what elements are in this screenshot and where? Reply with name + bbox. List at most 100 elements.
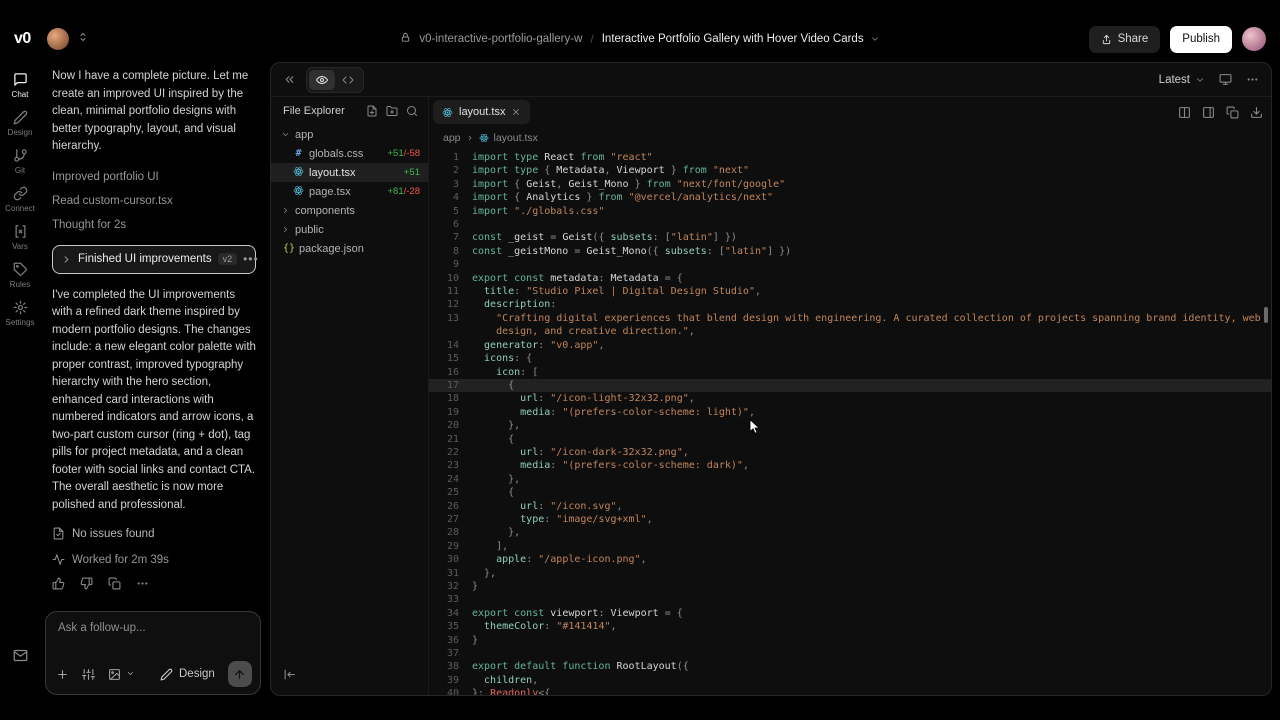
sidebar-item-settings[interactable]: Settings (2, 300, 38, 327)
design-mode-button[interactable]: Design (160, 668, 215, 681)
plus-icon[interactable] (56, 668, 69, 681)
code-line[interactable]: 7const _geist = Geist({ subsets: ["latin… (429, 231, 1271, 244)
double-chevron-left-icon[interactable] (283, 73, 296, 86)
monitor-icon[interactable] (1219, 73, 1232, 86)
follow-up-input[interactable] (52, 616, 254, 652)
code-line[interactable]: 21{ (429, 433, 1271, 446)
code-line[interactable]: 36} (429, 634, 1271, 647)
panel-right-icon[interactable] (1202, 106, 1215, 119)
code-line[interactable]: 38export default function RootLayout({ (429, 660, 1271, 673)
code-line[interactable]: 15icons: { (429, 352, 1271, 365)
code-line[interactable]: 35themeColor: "#141414", (429, 620, 1271, 633)
code-line[interactable]: 30apple: "/apple-icon.png", (429, 553, 1271, 566)
worked-duration-row[interactable]: Worked for 2m 39s (52, 553, 256, 566)
code-line[interactable]: 20}, (429, 419, 1271, 432)
code-toggle[interactable] (335, 70, 361, 90)
code-line[interactable]: 19media: "(prefers-color-scheme: light)"… (429, 406, 1271, 419)
code-line[interactable]: 6 (429, 218, 1271, 231)
chevrons-up-down-icon[interactable] (77, 30, 89, 48)
workspace-avatar[interactable] (47, 28, 69, 50)
tree-file-layout-tsx[interactable]: layout.tsx +51 (271, 163, 428, 182)
code-line[interactable]: 34export const viewport: Viewport = { (429, 607, 1271, 620)
send-button[interactable] (228, 661, 252, 687)
code-line[interactable]: 1import type React from "react" (429, 151, 1271, 164)
code-line[interactable]: 18url: "/icon-light-32x32.png", (429, 392, 1271, 405)
user-avatar[interactable] (1242, 27, 1266, 51)
code-line[interactable]: 4import { Analytics } from "@vercel/anal… (429, 191, 1271, 204)
sliders-icon[interactable] (82, 668, 95, 681)
code-line[interactable]: 10export const metadata: Metadata = { (429, 272, 1271, 285)
tree-file-globals-css[interactable]: # globals.css +51/-58 (271, 144, 428, 163)
thumbs-down-icon[interactable] (80, 577, 93, 590)
code-line[interactable]: 11title: "Studio Pixel | Digital Design … (429, 285, 1271, 298)
preview-toggle[interactable] (309, 70, 335, 90)
sidebar-item-chat[interactable]: Chat (2, 72, 38, 99)
code-line[interactable]: 33 (429, 593, 1271, 606)
chat-title-dropdown[interactable]: Interactive Portfolio Gallery with Hover… (602, 33, 880, 45)
code-line[interactable]: 12description: (429, 298, 1271, 311)
tree-file-package-json[interactable]: {} package.json (271, 239, 428, 258)
search-icon[interactable] (406, 105, 418, 117)
tree-folder-components[interactable]: components (271, 201, 428, 220)
code-line[interactable]: 8const _geistMono = Geist_Mono({ subsets… (429, 245, 1271, 258)
sidebar-item-connect[interactable]: Connect (2, 186, 38, 213)
tree-folder-app[interactable]: app (271, 125, 428, 144)
folder-plus-icon[interactable] (386, 105, 398, 117)
sidebar-item-design[interactable]: Design (2, 110, 38, 137)
split-view-icon[interactable] (1178, 106, 1191, 119)
code-line[interactable]: 25{ (429, 486, 1271, 499)
step-improved-portfolio-ui[interactable]: Improved portfolio UI (52, 165, 256, 189)
tree-folder-public[interactable]: public (271, 220, 428, 239)
code-line[interactable]: 40}: Readonly<{ (429, 687, 1271, 695)
more-options-icon[interactable] (1246, 73, 1259, 86)
code-line[interactable]: 2import type { Metadata, Viewport } from… (429, 164, 1271, 177)
code-line[interactable]: 16icon: [ (429, 366, 1271, 379)
code-line[interactable]: 31}, (429, 567, 1271, 580)
ellipsis-icon[interactable] (136, 577, 149, 590)
code-line[interactable]: 22url: "/icon-dark-32x32.png", (429, 446, 1271, 459)
editor-breadcrumb[interactable]: app layout.tsx (429, 127, 1271, 149)
publish-button[interactable]: Publish (1170, 26, 1232, 53)
close-icon[interactable] (511, 107, 521, 117)
image-icon[interactable] (108, 668, 121, 681)
code-line[interactable]: 27type: "image/svg+xml", (429, 513, 1271, 526)
code-line[interactable]: 5import "./globals.css" (429, 205, 1271, 218)
sidebar-item-git[interactable]: Git (2, 148, 38, 175)
code-line[interactable]: 39children, (429, 674, 1271, 687)
code-line[interactable]: 3import { Geist, Geist_Mono } from "next… (429, 178, 1271, 191)
code-line[interactable]: 26url: "/icon.svg", (429, 500, 1271, 513)
copy-icon[interactable] (1226, 106, 1239, 119)
thumbs-up-icon[interactable] (52, 577, 65, 590)
code-line[interactable]: 28}, (429, 526, 1271, 539)
tab-layout-tsx[interactable]: layout.tsx (433, 100, 530, 124)
tree-file-page-tsx[interactable]: page.tsx +81/-28 (271, 182, 428, 201)
step-thought[interactable]: Thought for 2s (52, 213, 256, 237)
code-area[interactable]: 1import type React from "react"2import t… (429, 149, 1271, 695)
no-issues-row[interactable]: No issues found (52, 527, 256, 540)
scrollbar-thumb[interactable] (1264, 307, 1268, 323)
more-options-icon[interactable]: ••• (243, 252, 259, 266)
sidebar-item-rules[interactable]: Rules (2, 262, 38, 289)
code-line[interactable]: 17{ (429, 379, 1271, 392)
project-name[interactable]: v0-interactive-portfolio-gallery-w (419, 33, 582, 45)
version-dropdown[interactable]: Latest (1159, 74, 1205, 86)
copy-icon[interactable] (108, 577, 121, 590)
code-line[interactable]: 9 (429, 258, 1271, 271)
download-icon[interactable] (1250, 106, 1263, 119)
mail-icon[interactable] (13, 648, 28, 668)
code-line[interactable]: 14generator: "v0.app", (429, 339, 1271, 352)
code-line[interactable]: 32} (429, 580, 1271, 593)
code-line[interactable]: 24}, (429, 473, 1271, 486)
v0-logo[interactable]: v0 (14, 30, 31, 48)
finished-version-card[interactable]: Finished UI improvements v2 ••• (52, 245, 256, 274)
code-line[interactable]: 13"Crafting digital experiences that ble… (429, 312, 1271, 339)
step-read-custom-cursor[interactable]: Read custom-cursor.tsx (52, 189, 256, 213)
code-line[interactable]: 23media: "(prefers-color-scheme: dark)", (429, 459, 1271, 472)
code-line[interactable]: 29], (429, 540, 1271, 553)
collapse-left-icon[interactable] (283, 668, 296, 686)
file-plus-icon[interactable] (366, 105, 378, 117)
sidebar-item-vars[interactable]: Vars (2, 224, 38, 251)
chevron-down-icon[interactable] (134, 665, 135, 683)
code-line[interactable]: 37 (429, 647, 1271, 660)
share-button[interactable]: Share (1089, 26, 1161, 53)
